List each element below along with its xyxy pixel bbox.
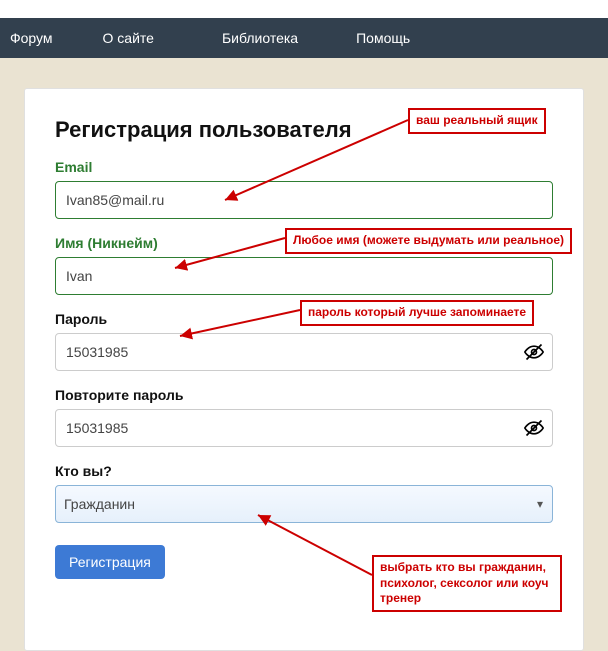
nav-forum[interactable]: Форум: [0, 18, 83, 58]
email-label: Email: [55, 159, 553, 175]
annotation-email: ваш реальный ящик: [408, 108, 546, 134]
nav-about[interactable]: О сайте: [83, 18, 202, 58]
email-field[interactable]: [55, 181, 553, 219]
password2-field[interactable]: [55, 409, 553, 447]
nav-library[interactable]: Библиотека: [202, 18, 346, 58]
password2-label: Повторите пароль: [55, 387, 553, 403]
role-label: Кто вы?: [55, 463, 553, 479]
role-select[interactable]: Гражданин: [55, 485, 553, 523]
annotation-password: пароль который лучше запоминаете: [300, 300, 534, 326]
top-nav: Форум О сайте Библиотека Помощь: [0, 18, 608, 58]
nickname-field[interactable]: [55, 257, 553, 295]
annotation-role: выбрать кто вы гражданин, психолог, секс…: [372, 555, 562, 612]
toggle-password2-visibility-icon[interactable]: [523, 417, 545, 439]
password-field[interactable]: [55, 333, 553, 371]
submit-button[interactable]: Регистрация: [55, 545, 165, 579]
nav-help[interactable]: Помощь: [346, 18, 428, 58]
toggle-password-visibility-icon[interactable]: [523, 341, 545, 363]
annotation-nick: Любое имя (можете выдумать или реальное): [285, 228, 572, 254]
